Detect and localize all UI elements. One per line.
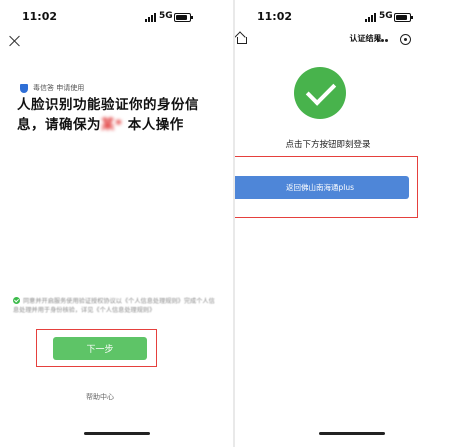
shield-icon xyxy=(20,83,28,93)
provider-text: 毒信答 申请使用 xyxy=(33,84,85,92)
status-time: 11:02 xyxy=(257,10,293,23)
redacted-name: 某* xyxy=(101,117,123,133)
face-verification-screen: 11:02 5G 毒信答 申请使用 人脸识别功能验证你的身份信息，请确保为某* … xyxy=(0,0,233,447)
help-center-link[interactable]: 帮助中心 xyxy=(0,392,200,402)
signal-icon xyxy=(145,13,156,22)
close-icon[interactable] xyxy=(9,35,21,47)
headline-part2: 本人操作 xyxy=(127,117,184,133)
battery-icon xyxy=(394,13,413,22)
verification-headline: 人脸识别功能验证你的身份信息，请确保为某* 本人操作 xyxy=(17,95,217,135)
success-check-icon xyxy=(294,67,346,119)
status-bar: 11:02 5G xyxy=(235,10,468,26)
more-icon[interactable] xyxy=(377,39,388,42)
close-miniprogram-icon[interactable] xyxy=(400,34,411,45)
page-title: 认证结果 xyxy=(349,34,382,43)
signal-icon xyxy=(365,13,376,22)
next-button[interactable]: 下一步 xyxy=(53,337,147,360)
check-icon[interactable] xyxy=(13,297,20,304)
battery-icon xyxy=(174,13,193,22)
verification-result-screen: 11:02 5G 认证结果 点击下方按钮即刻登录 返回佛山南海通plus xyxy=(235,0,468,447)
home-indicator xyxy=(318,432,385,435)
status-bar: 11:02 5G xyxy=(0,10,233,26)
nav-bar: 认证结果 xyxy=(235,30,468,50)
status-time: 11:02 xyxy=(22,10,58,23)
network-label: 5G xyxy=(379,11,393,21)
consent-agreement[interactable]: 同意并开启服务使用验证授权协议以《个人信息处理规则》完成个人信息处理并用于身份核… xyxy=(13,297,218,315)
consent-text: 同意并开启服务使用验证授权协议以《个人信息处理规则》完成个人信息处理并用于身份核… xyxy=(13,298,215,314)
network-label: 5G xyxy=(159,11,173,21)
provider-line: 毒信答 申请使用 xyxy=(20,83,84,93)
return-button[interactable]: 返回佛山南海通plus xyxy=(235,176,409,199)
home-indicator xyxy=(83,432,150,435)
login-prompt: 点击下方按钮即刻登录 xyxy=(285,140,371,150)
